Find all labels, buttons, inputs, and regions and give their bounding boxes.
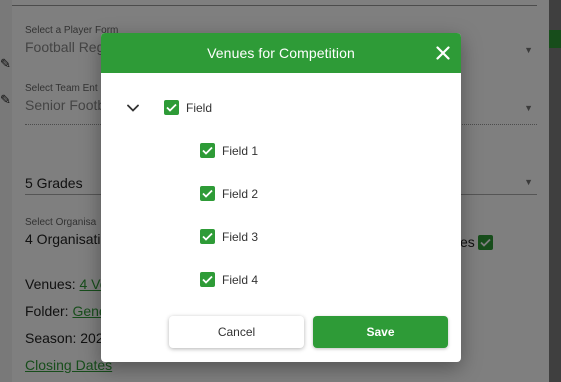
save-button[interactable]: Save [313, 316, 448, 348]
tree-item-field-3[interactable]: Field 3 [200, 229, 258, 244]
dialog-title: Venues for Competition [207, 45, 355, 61]
field-2-label: Field 2 [222, 186, 259, 201]
chevron-down-icon [127, 104, 139, 112]
tree-item-field[interactable]: Field [164, 100, 212, 115]
checkmark-icon [202, 146, 213, 155]
field-2-checkbox[interactable] [200, 186, 215, 201]
close-button[interactable] [431, 41, 455, 65]
field-3-checkbox[interactable] [200, 229, 215, 244]
checkmark-icon [202, 189, 213, 198]
dialog-header: Venues for Competition [101, 33, 461, 73]
cancel-button[interactable]: Cancel [169, 316, 304, 348]
field-3-label: Field 3 [222, 229, 259, 244]
field-1-label: Field 1 [222, 143, 259, 158]
venues-dialog: Venues for Competition Field Field 1 Fie… [101, 33, 461, 362]
tree-item-field-2[interactable]: Field 2 [200, 186, 258, 201]
checkmark-icon [202, 232, 213, 241]
tree-item-field-1[interactable]: Field 1 [200, 143, 258, 158]
tree-item-field-4[interactable]: Field 4 [200, 272, 258, 287]
field-label: Field [186, 100, 213, 115]
expand-chevron-button[interactable] [126, 101, 140, 115]
field-4-checkbox[interactable] [200, 272, 215, 287]
field-1-checkbox[interactable] [200, 143, 215, 158]
close-icon [436, 46, 450, 60]
checkmark-icon [202, 275, 213, 284]
field-checkbox[interactable] [164, 100, 179, 115]
checkmark-icon [166, 103, 177, 112]
field-4-label: Field 4 [222, 272, 259, 287]
